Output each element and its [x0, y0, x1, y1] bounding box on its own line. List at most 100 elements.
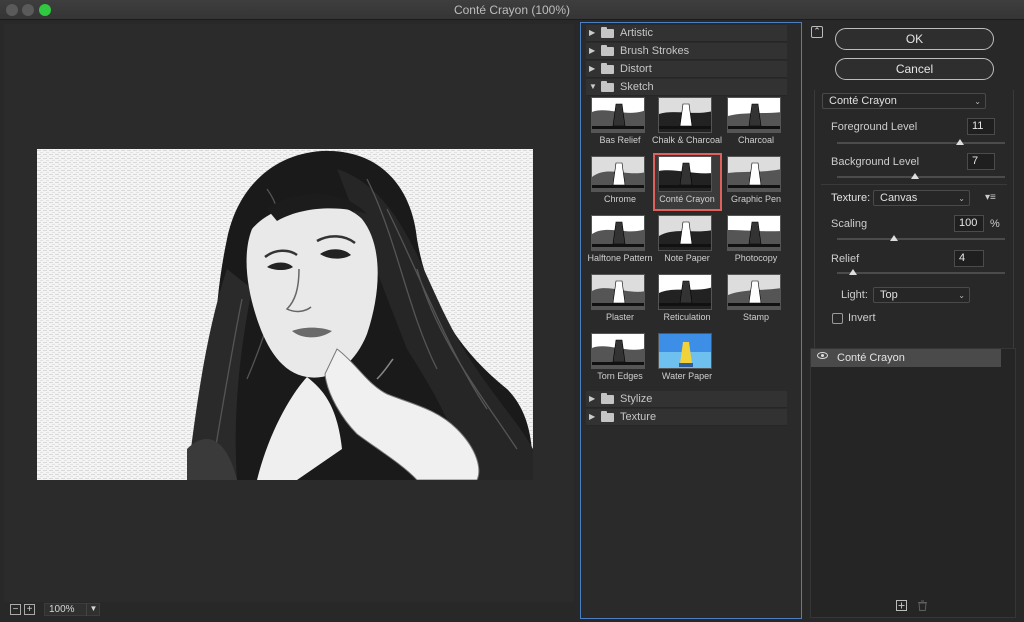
- scaling-slider-knob[interactable]: [890, 235, 898, 241]
- background-level-label: Background Level: [831, 156, 920, 168]
- filter-thumb-bas-relief[interactable]: Bas Relief: [587, 95, 654, 151]
- filter-preview-image: [591, 97, 645, 133]
- folder-label: Artistic: [620, 27, 653, 39]
- effect-layers-panel: Conté Crayon: [810, 348, 1016, 618]
- foreground-level-slider-knob[interactable]: [956, 139, 964, 145]
- filter-thumb-water-paper[interactable]: Water Paper: [654, 331, 721, 387]
- scaling-slider[interactable]: [837, 235, 1005, 241]
- invert-checkbox[interactable]: [832, 313, 843, 324]
- scaling-unit: %: [990, 218, 1000, 230]
- filter-thumb-torn-edges[interactable]: Torn Edges: [587, 331, 654, 387]
- effect-layer-row[interactable]: Conté Crayon: [811, 349, 1001, 367]
- filter-preview-image: [591, 274, 645, 310]
- invert-label: Invert: [848, 312, 876, 324]
- preview-canvas[interactable]: [4, 24, 574, 602]
- disclosure-triangle-icon: ▶: [589, 46, 596, 55]
- filter-thumb-label: Note Paper: [664, 253, 710, 263]
- folder-icon: [601, 81, 614, 92]
- folder-sketch[interactable]: ▼ Sketch: [586, 79, 787, 96]
- conte-crayon-portrait: [37, 149, 533, 480]
- filter-preview-image: [727, 97, 781, 133]
- folder-icon: [601, 393, 614, 404]
- zoom-level-value: 100%: [49, 604, 75, 615]
- relief-input[interactable]: 4: [954, 250, 984, 267]
- disclosure-triangle-icon: ▼: [589, 82, 597, 91]
- folder-label: Brush Strokes: [620, 45, 690, 57]
- filter-thumb-label: Reticulation: [663, 312, 711, 322]
- collapse-gallery-button[interactable]: ⌃: [811, 26, 823, 38]
- texture-menu-icon[interactable]: ▾≡: [985, 192, 996, 203]
- filter-thumb-charcoal[interactable]: Charcoal: [723, 95, 790, 151]
- filter-thumb-chrome[interactable]: Chrome: [587, 154, 654, 210]
- filter-gallery-window: Conté Crayon (100%) − + 100% ▼ ▶ Artisti…: [0, 0, 1024, 622]
- filter-thumb-label: Water Paper: [661, 371, 713, 381]
- foreground-level-input[interactable]: 11: [967, 118, 995, 135]
- filter-preview-image: [591, 333, 645, 369]
- background-level-slider-knob[interactable]: [911, 173, 919, 179]
- disclosure-triangle-icon: ▶: [589, 64, 596, 73]
- foreground-level-slider[interactable]: [837, 139, 1005, 145]
- filter-thumb-reticulation[interactable]: Reticulation: [654, 272, 721, 328]
- light-select[interactable]: Top ⌄: [873, 287, 970, 303]
- filter-preview-image: [591, 156, 645, 192]
- settings-panel: ⌃ OK Cancel Conté Crayon ⌄ Foreground Le…: [808, 22, 1020, 622]
- filter-thumb-label: Chalk & Charcoal: [651, 135, 723, 145]
- title-bar: Conté Crayon (100%): [0, 0, 1024, 20]
- folder-stylize[interactable]: ▶ Stylize: [586, 391, 787, 408]
- chevron-down-icon: ⌄: [958, 194, 965, 203]
- filter-thumb-label: Photocopy: [734, 253, 778, 263]
- filter-select-value: Conté Crayon: [829, 95, 897, 107]
- filter-thumb-label: Charcoal: [737, 135, 775, 145]
- scaling-input[interactable]: 100: [954, 215, 984, 232]
- filter-preview-image: [658, 333, 712, 369]
- texture-label: Texture:: [831, 192, 871, 204]
- chevron-down-icon: ⌄: [958, 291, 965, 300]
- filter-thumb-graphic-pen[interactable]: Graphic Pen: [723, 154, 790, 210]
- folder-brush-strokes[interactable]: ▶ Brush Strokes: [586, 43, 787, 60]
- filter-select[interactable]: Conté Crayon ⌄: [822, 93, 986, 109]
- filter-preview-image: [658, 215, 712, 251]
- disclosure-triangle-icon: ▶: [589, 28, 596, 37]
- divider: [821, 184, 1007, 185]
- folder-artistic[interactable]: ▶ Artistic: [586, 25, 787, 42]
- folder-label: Distort: [620, 63, 652, 75]
- filter-preview-image: [658, 274, 712, 310]
- chevron-down-icon[interactable]: ▼: [86, 603, 100, 616]
- plus-square-icon[interactable]: [896, 600, 907, 611]
- zoom-out-button[interactable]: −: [10, 604, 21, 615]
- filter-thumb-photocopy[interactable]: Photocopy: [723, 213, 790, 269]
- filter-thumb-note-paper[interactable]: Note Paper: [654, 213, 721, 269]
- folder-texture[interactable]: ▶ Texture: [586, 409, 787, 426]
- folder-icon: [601, 411, 614, 422]
- background-level-slider[interactable]: [837, 173, 1005, 179]
- folder-label: Sketch: [620, 81, 654, 93]
- folder-icon: [601, 45, 614, 56]
- filter-settings: Conté Crayon ⌄ Foreground Level 11 Backg…: [814, 90, 1014, 353]
- status-bar: − + 100% ▼: [4, 602, 574, 618]
- zoom-in-button[interactable]: +: [24, 604, 35, 615]
- eye-icon[interactable]: [817, 352, 828, 359]
- texture-select[interactable]: Canvas ⌄: [873, 190, 970, 206]
- trash-icon[interactable]: [917, 600, 928, 611]
- relief-slider-knob[interactable]: [849, 269, 857, 275]
- filter-thumb-label: Stamp: [742, 312, 769, 322]
- filter-thumb-conte-crayon[interactable]: Conté Crayon: [653, 153, 722, 211]
- filter-thumb-stamp[interactable]: Stamp: [723, 272, 790, 328]
- folder-distort[interactable]: ▶ Distort: [586, 61, 787, 78]
- disclosure-triangle-icon: ▶: [589, 412, 596, 421]
- light-label: Light:: [841, 289, 868, 301]
- relief-slider[interactable]: [837, 269, 1005, 275]
- filter-thumb-plaster[interactable]: Plaster: [587, 272, 654, 328]
- filter-thumb-chalk-and-charcoal[interactable]: Chalk & Charcoal: [652, 95, 722, 151]
- relief-label: Relief: [831, 253, 860, 265]
- filter-preview-image: [727, 156, 781, 192]
- cancel-button[interactable]: Cancel: [835, 58, 994, 80]
- ok-button[interactable]: OK: [835, 28, 994, 50]
- folder-icon: [601, 27, 614, 38]
- filter-preview-image: [658, 97, 712, 133]
- filter-preview-image: [727, 274, 781, 310]
- filter-thumb-halftone-pattern[interactable]: Halftone Pattern: [587, 213, 654, 269]
- background-level-input[interactable]: 7: [967, 153, 995, 170]
- filter-thumb-label: Graphic Pen: [730, 194, 782, 204]
- filter-gallery-panel: ▶ Artistic ▶ Brush Strokes ▶ Distort ▼ Sketch B…: [580, 22, 802, 619]
